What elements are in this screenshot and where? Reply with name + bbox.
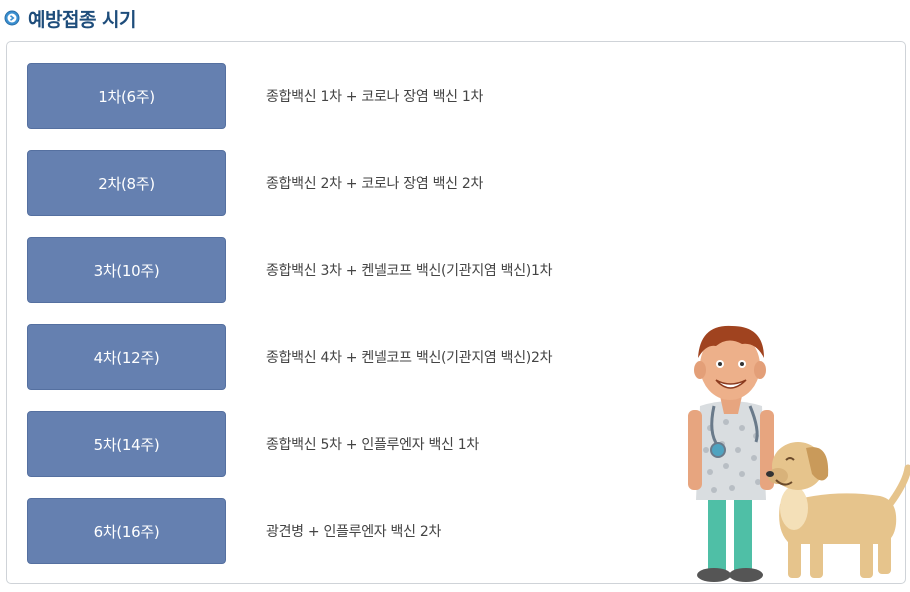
schedule-row: 6차(16주) 광견병 + 인플루엔자 백신 2차 <box>27 498 441 564</box>
stage-button[interactable]: 2차(8주) <box>27 150 226 216</box>
schedule-row: 2차(8주) 종합백신 2차 + 코로나 장염 백신 2차 <box>27 150 483 216</box>
vaccine-description: 종합백신 3차 + 켄넬코프 백신(기관지염 백신)1차 <box>266 263 553 279</box>
vaccine-description: 광견병 + 인플루엔자 백신 2차 <box>266 524 442 540</box>
stage-button[interactable]: 6차(16주) <box>27 498 226 564</box>
vaccine-description: 종합백신 2차 + 코로나 장염 백신 2차 <box>266 176 484 192</box>
stage-button[interactable]: 1차(6주) <box>27 63 226 129</box>
schedule-row: 1차(6주) 종합백신 1차 + 코로나 장염 백신 1차 <box>27 63 483 129</box>
schedule-row: 4차(12주) 종합백신 4차 + 켄넬코프 백신(기관지염 백신)2차 <box>27 324 552 390</box>
circle-arrow-icon <box>4 10 20 26</box>
veterinarian-with-dog-illustration <box>680 318 910 588</box>
vaccine-description: 종합백신 1차 + 코로나 장염 백신 1차 <box>266 89 484 105</box>
vaccine-description: 종합백신 5차 + 인플루엔자 백신 1차 <box>266 437 479 453</box>
section-header: 예방접종 시기 <box>4 6 137 31</box>
stage-button[interactable]: 3차(10주) <box>27 237 226 303</box>
schedule-row: 5차(14주) 종합백신 5차 + 인플루엔자 백신 1차 <box>27 411 479 477</box>
vaccine-description: 종합백신 4차 + 켄넬코프 백신(기관지염 백신)2차 <box>266 350 553 366</box>
schedule-row: 3차(10주) 종합백신 3차 + 켄넬코프 백신(기관지염 백신)1차 <box>27 237 552 303</box>
stage-button[interactable]: 4차(12주) <box>27 324 226 390</box>
page-title: 예방접종 시기 <box>28 8 137 31</box>
stage-button[interactable]: 5차(14주) <box>27 411 226 477</box>
